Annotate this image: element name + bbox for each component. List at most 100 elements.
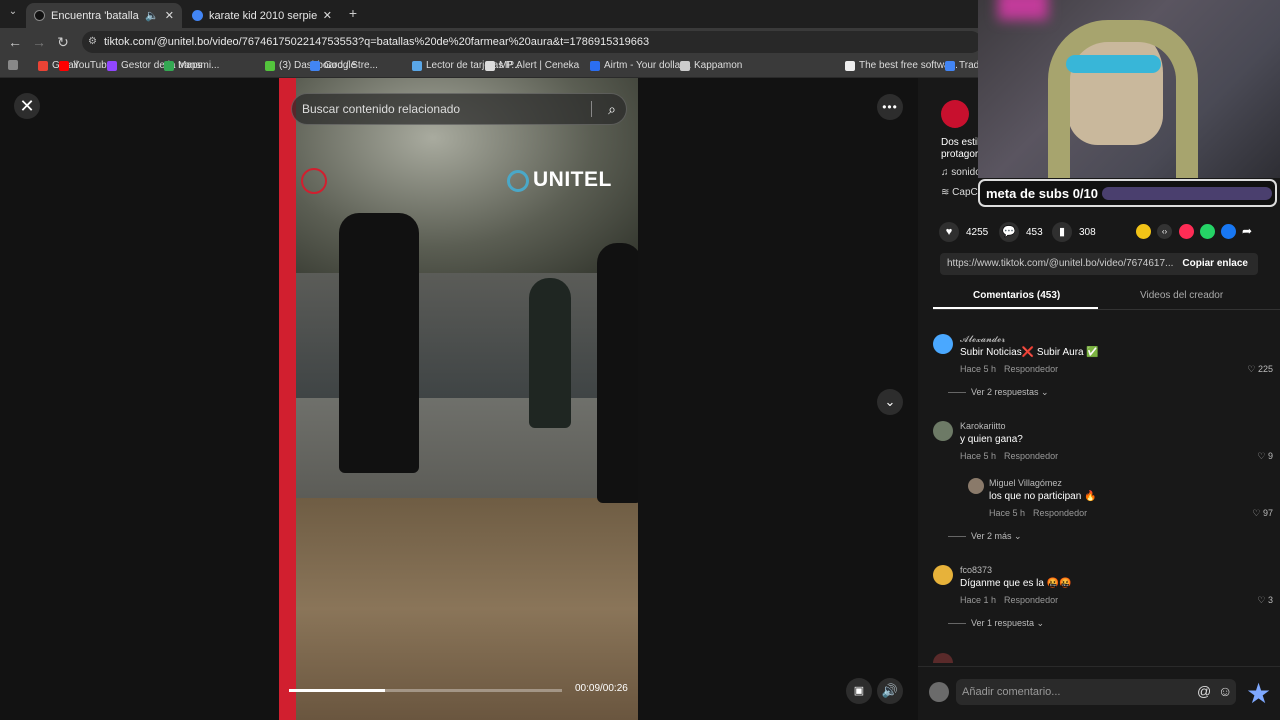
whatsapp-icon[interactable] [1200, 224, 1215, 239]
url-field[interactable]: ⚙ tiktok.com/@unitel.bo/video/7674617502… [82, 31, 982, 53]
comment-time: Hace 1 h [960, 595, 997, 605]
back-icon[interactable]: ← [6, 34, 24, 50]
reply-button[interactable]: Respondedor [1004, 595, 1058, 605]
goal-label: meta de subs 0/10 [986, 186, 1098, 201]
like-stat[interactable]: ♥ 4255 [939, 222, 988, 242]
bookmark-item[interactable]: The best free softwa... [845, 60, 958, 71]
video-progress-bar[interactable] [289, 689, 562, 692]
comment-stat[interactable]: 💬 453 [999, 222, 1043, 242]
person-right [597, 243, 638, 503]
comment-meta: Hace 1 h Respondedor [960, 595, 1066, 605]
view-reply-button[interactable]: Ver 1 respuesta ⌄ [948, 618, 1044, 629]
tab-list-icon[interactable]: ⌄ [4, 6, 22, 17]
comment-meta: Hace 5 h Respondedor [960, 364, 1066, 374]
comment-input[interactable]: Añadir comentario... [956, 679, 1236, 705]
bookmark-icon [680, 60, 690, 71]
new-tab-icon[interactable]: + [344, 5, 362, 21]
comment-composer: Añadir comentario... @ ☺ ★ [918, 666, 1280, 720]
volume-icon[interactable]: 🔊 [877, 678, 903, 704]
reply-button[interactable]: Respondedor [1004, 451, 1058, 461]
browser-tab-google[interactable]: karate kid 2010 serpiente - Bus ✕ [184, 3, 340, 28]
music-note-icon: ♫ [941, 167, 952, 178]
avatar[interactable] [933, 421, 953, 441]
view-replies-button[interactable]: Ver 2 respuestas ⌄ [948, 387, 1049, 398]
bookmark-icon [945, 60, 955, 71]
embed-icon[interactable]: ‹› [1157, 224, 1172, 239]
bookmark-icon[interactable]: ▮ [1052, 222, 1072, 242]
search-divider [591, 101, 592, 117]
tab-comments[interactable]: Comentarios (453) [973, 290, 1060, 301]
bookmark-icon [845, 60, 855, 71]
search-placeholder: Buscar contenido relacionado [302, 102, 461, 116]
comment-item: fco8373 Díganme que es la 🤬🤬 Hace 1 h Res… [933, 565, 1273, 610]
comment-time: Hace 5 h [960, 451, 997, 461]
channel-logo-icon [301, 168, 327, 194]
like-count: 4255 [966, 226, 989, 238]
reload-icon[interactable]: ↻ [54, 34, 72, 51]
bookmark-item[interactable]: Kappamon [680, 60, 742, 71]
emoji-icon[interactable]: ☺ [1218, 683, 1232, 699]
comment-icon[interactable]: 💬 [999, 222, 1019, 242]
bookmark-icon [590, 60, 600, 71]
bookmark-label: Airtm - Your dollar... [604, 60, 692, 71]
pink-light [998, 0, 1048, 20]
comment-username[interactable]: fco8373 [960, 565, 992, 575]
bookmark-item[interactable]: YouTube [59, 60, 112, 71]
share-arrow-icon[interactable]: ➦ [1242, 224, 1257, 239]
video-timecode: 00:09/00:26 [575, 683, 628, 694]
send-icon[interactable] [1179, 224, 1194, 239]
bookmark-item[interactable]: Maps [164, 60, 202, 71]
bookmark-item[interactable]: Google [310, 60, 356, 71]
comment-username[interactable]: Karokariitto [960, 421, 1006, 431]
video-player[interactable]: UNITEL Buscar contenido relacionado ⌕ 00… [279, 78, 638, 720]
comment-item: Karokariitto y quien gana? Hace 5 h Respo… [933, 421, 1273, 466]
speaker-icon: 🔈 [145, 10, 159, 22]
browser-tab-tiktok[interactable]: Encuentra 'batallas de farm 🔈 ✕ [26, 3, 182, 28]
capcut-label: CapC [952, 187, 978, 198]
webcam-overlay [978, 0, 1280, 178]
comment-username[interactable]: 𝓐𝓵𝓮𝔁𝓪𝓷𝓭𝓮𝓻 [960, 334, 1005, 345]
related-search-input[interactable]: Buscar contenido relacionado ⌕ [291, 93, 627, 125]
repost-icon[interactable] [1136, 224, 1151, 239]
comment-text: los que no participan 🔥 [989, 491, 1097, 502]
forward-icon[interactable]: → [30, 34, 48, 50]
bookmark-icon [38, 60, 48, 71]
close-tab-icon[interactable]: ✕ [323, 9, 332, 22]
comment-like[interactable]: ♡ 97 [1252, 508, 1273, 519]
avatar[interactable] [968, 478, 984, 494]
avatar [929, 682, 949, 702]
facebook-icon[interactable] [1221, 224, 1236, 239]
mention-icon[interactable]: @ [1197, 683, 1211, 699]
site-info-icon[interactable]: ⚙ [88, 31, 97, 53]
tab-creator-videos[interactable]: Videos del creador [1140, 290, 1223, 301]
capcut-row[interactable]: ≋ CapC [941, 187, 978, 198]
copy-link-button[interactable]: Copiar enlace [1182, 253, 1248, 275]
close-tab-icon[interactable]: ✕ [165, 9, 174, 22]
goal-progress-bar [1102, 187, 1272, 200]
view-more-replies-button[interactable]: Ver 2 más ⌄ [948, 531, 1022, 542]
floating-player-icon[interactable]: ▣ [846, 678, 872, 704]
more-options-button[interactable]: ••• [877, 94, 903, 120]
apps-icon[interactable] [8, 60, 18, 70]
avatar[interactable] [933, 334, 953, 354]
save-stat[interactable]: ▮ 308 [1052, 222, 1096, 242]
heart-icon[interactable]: ♥ [939, 222, 959, 242]
comment-like[interactable]: ♡ 3 [1257, 595, 1273, 606]
save-count: 308 [1079, 226, 1096, 238]
comment-time: Hace 5 h [989, 508, 1026, 518]
bookmark-label: Maps [178, 60, 203, 71]
comment-like[interactable]: ♡ 225 [1247, 364, 1273, 375]
video-progress-fill [289, 689, 385, 692]
comment-username[interactable]: Miguel Villagómez [989, 478, 1062, 488]
bookmark-item[interactable]: Airtm - Your dollar... [590, 60, 691, 71]
bookmark-item[interactable]: MP Alert | Ceneka [485, 60, 579, 71]
search-icon[interactable]: ⌕ [608, 94, 616, 124]
next-video-button[interactable]: ⌄ [877, 389, 903, 415]
reply-button[interactable]: Respondedor [1004, 364, 1058, 374]
close-video-button[interactable]: ✕ [14, 93, 40, 119]
reply-button[interactable]: Respondedor [1033, 508, 1087, 518]
avatar[interactable] [933, 565, 953, 585]
reply-item: Miguel Villagómez los que no participan … [968, 478, 1273, 523]
creator-avatar[interactable] [941, 100, 969, 128]
comment-like[interactable]: ♡ 9 [1257, 451, 1273, 462]
